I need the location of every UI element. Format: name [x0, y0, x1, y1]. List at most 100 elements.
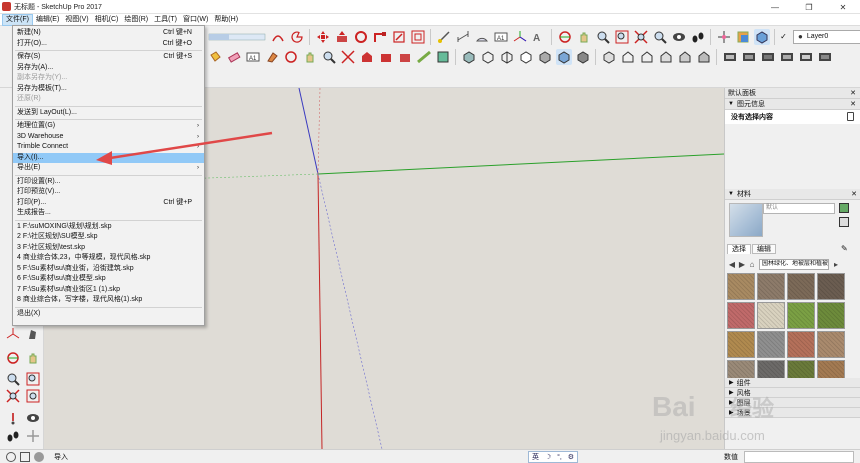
hidden-line-icon[interactable] — [518, 49, 534, 65]
shaded-icon[interactable] — [537, 49, 553, 65]
section-cuts-icon[interactable] — [753, 28, 770, 45]
create-material-icon[interactable] — [839, 203, 849, 213]
tab-edit[interactable]: 编辑 — [752, 244, 776, 254]
entity-info-pin-icon[interactable]: ✕ — [850, 100, 856, 108]
material-swatch[interactable] — [817, 302, 845, 329]
file-menu-item[interactable]: 3 F:\社区规划\test.skp — [13, 243, 204, 254]
style-2-icon[interactable] — [741, 49, 757, 65]
text-icon[interactable]: A1 — [493, 29, 509, 45]
offset-icon[interactable] — [410, 29, 426, 45]
file-menu-item[interactable]: 地理位置(G) › — [13, 121, 204, 132]
look-around-tool-icon[interactable] — [25, 410, 41, 426]
orbit2-icon[interactable] — [283, 49, 299, 65]
style-3-icon[interactable] — [760, 49, 776, 65]
menu-edit[interactable]: 编辑(E) — [33, 14, 62, 26]
material-swatch[interactable] — [817, 331, 845, 358]
section-plane-tool-icon[interactable] — [25, 428, 41, 444]
arc-icon[interactable] — [270, 29, 286, 45]
menu-window[interactable]: 窗口(W) — [180, 14, 211, 26]
material-name-field[interactable]: 默认 — [763, 203, 835, 214]
file-menu-item[interactable]: Trimble Connect › — [13, 142, 204, 153]
previous-view-icon[interactable] — [652, 29, 668, 45]
zoom-window-icon[interactable] — [614, 29, 630, 45]
pan-icon[interactable] — [576, 29, 592, 45]
dimension-icon[interactable] — [455, 29, 471, 45]
zoom-extents-tool-icon[interactable] — [5, 388, 21, 404]
sandbox-icon[interactable] — [416, 49, 432, 65]
file-menu-item[interactable]: 另存为(A)... — [13, 63, 204, 74]
material-swatch[interactable] — [787, 302, 815, 329]
menu-tools[interactable]: 工具(T) — [151, 14, 180, 26]
credits-icon[interactable] — [20, 451, 30, 462]
file-menu-item[interactable]: 6 F:\Su素材\su\商业模型.skp — [13, 274, 204, 285]
orbit-icon[interactable] — [557, 29, 573, 45]
tab-select[interactable]: 选择 — [727, 244, 751, 254]
close-button[interactable]: ✕ — [826, 0, 860, 14]
display-section-icon[interactable] — [735, 29, 751, 45]
ime-toolbar[interactable]: 英 ☽ °, ⚙ — [528, 451, 578, 463]
monochrome-icon[interactable] — [575, 49, 591, 65]
share-component-icon[interactable] — [397, 49, 413, 65]
user-icon[interactable] — [34, 451, 44, 462]
pushpull-icon[interactable] — [334, 29, 350, 45]
xray-icon[interactable] — [461, 49, 477, 65]
material-swatch[interactable] — [757, 302, 785, 329]
file-menu-item[interactable]: 5 F:\Su素材\su\商业街，沿街建筑.skp — [13, 264, 204, 275]
menu-view[interactable]: 视图(V) — [62, 14, 91, 26]
menu-draw[interactable]: 绘图(R) — [121, 14, 151, 26]
axes-icon[interactable] — [512, 29, 528, 45]
photo-texture-icon[interactable] — [435, 49, 451, 65]
ime-lang[interactable]: 英 — [532, 452, 539, 462]
file-menu-item[interactable]: 1 F:\suMOXING\规划\规划.skp — [13, 222, 204, 233]
file-menu-item[interactable]: 7 F:\Su素材\su\商业街区1 (1).skp — [13, 285, 204, 296]
material-swatch[interactable] — [727, 273, 755, 300]
material-swatch[interactable] — [757, 273, 785, 300]
pie-icon[interactable] — [289, 29, 305, 45]
tape-measure-icon[interactable] — [436, 29, 452, 45]
home-icon[interactable]: ⌂ — [747, 260, 757, 269]
wireframe-icon[interactable] — [499, 49, 515, 65]
style-5-icon[interactable] — [798, 49, 814, 65]
file-menu-item[interactable]: 导入(I)... — [13, 152, 204, 163]
left-view-icon[interactable] — [696, 49, 712, 65]
back-arrow-icon[interactable]: ◀ — [727, 260, 737, 269]
position-camera-tool-icon[interactable] — [5, 410, 21, 426]
material-swatch[interactable] — [757, 331, 785, 358]
paint-bucket-icon[interactable] — [207, 49, 223, 65]
material-swatch[interactable] — [727, 302, 755, 329]
back-view-icon[interactable] — [677, 49, 693, 65]
tray-close-icon[interactable]: ✕ — [850, 89, 856, 97]
zoom2-icon[interactable] — [321, 49, 337, 65]
3d-text-icon[interactable]: A — [531, 29, 547, 45]
measurements-input[interactable] — [744, 451, 854, 463]
front-view-icon[interactable] — [639, 49, 655, 65]
warehouse-icon[interactable] — [359, 49, 375, 65]
shadow-slider-icon[interactable] — [207, 29, 267, 45]
material-swatch[interactable] — [817, 273, 845, 300]
zoom-tool-icon[interactable] — [5, 371, 21, 387]
file-menu-item[interactable]: 导出(E) › — [13, 163, 204, 174]
scale-icon[interactable] — [391, 29, 407, 45]
menu-file[interactable]: 文件(F) — [2, 13, 33, 26]
file-menu-item[interactable]: 打开(O)... Ctrl 键+O — [13, 39, 204, 50]
section-plane-icon[interactable] — [716, 29, 732, 45]
shaded-textures-icon[interactable] — [555, 48, 572, 65]
section-tool-icon[interactable] — [25, 326, 41, 342]
material-swatch[interactable] — [787, 273, 815, 300]
rotate-icon[interactable] — [353, 29, 369, 45]
menu-help[interactable]: 帮助(H) — [211, 14, 241, 26]
details-arrow-icon[interactable]: ▸ — [831, 260, 841, 269]
forward-arrow-icon[interactable]: ▶ — [737, 260, 747, 269]
top-view-icon[interactable] — [620, 49, 636, 65]
walk-tool-icon[interactable] — [5, 428, 21, 444]
move-icon[interactable] — [315, 29, 331, 45]
walk-icon[interactable] — [690, 29, 706, 45]
layer-dropdown[interactable]: ● Layer0 — [793, 29, 860, 44]
file-menu-item[interactable]: 保存(S) Ctrl 键+S — [13, 52, 204, 63]
paint-icon[interactable] — [264, 49, 280, 65]
material-swatch[interactable] — [787, 331, 815, 358]
file-menu-item[interactable]: 4 商业综合体,23，中等规模，现代风格.skp — [13, 253, 204, 264]
menu-camera[interactable]: 相机(C) — [92, 14, 122, 26]
punct-icon[interactable]: °, — [557, 454, 562, 461]
file-menu-item[interactable]: 打印(P)... Ctrl 键+P — [13, 198, 204, 209]
